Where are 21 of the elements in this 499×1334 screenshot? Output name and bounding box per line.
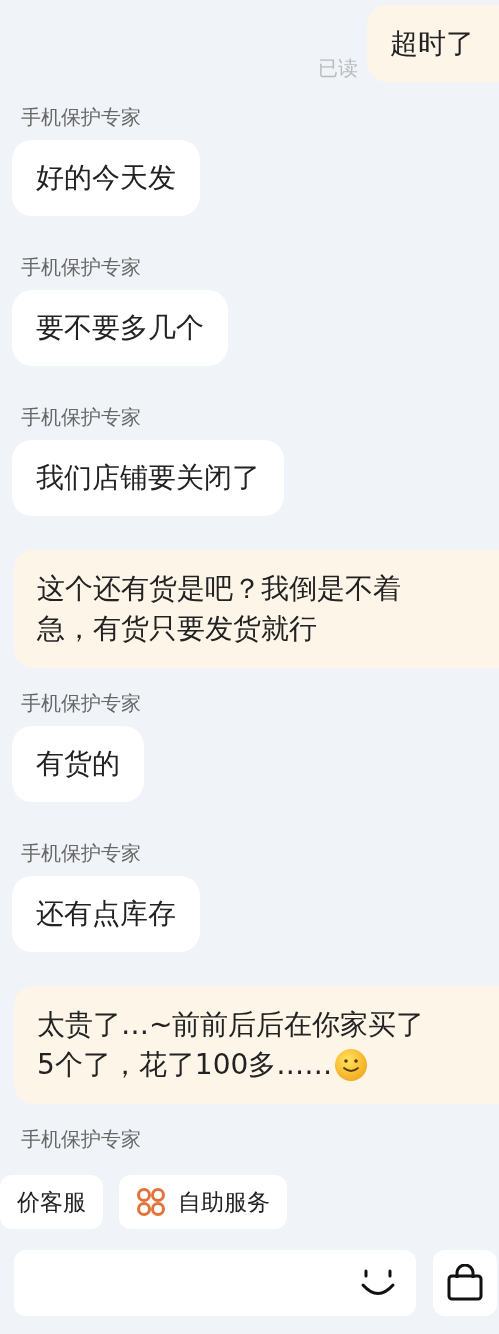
received-message-bubble: 好的今天发 [12,140,200,216]
shopping-bag-icon [446,1264,484,1302]
received-message-bubble: 我们店铺要关闭了 [12,440,284,516]
received-message-bubble: 要不要多几个 [12,290,228,366]
sender-name: 手机保护专家 [21,841,142,865]
sender-name: 手机保护专家 [21,105,142,129]
sender-name: 手机保护专家 [21,255,142,279]
shopping-bag-button[interactable] [433,1250,497,1316]
received-message-bubble: 还有点库存 [12,876,200,952]
sender-name: 手机保护专家 [21,405,142,429]
quick-action-button[interactable]: 自助服务 [119,1175,287,1229]
message-input-field[interactable] [14,1250,416,1316]
sent-message-bubble: 超时了 [367,5,499,82]
sent-message-bubble: 太贵了…~前前后后在你家买了5个了，花了100多…… [14,986,499,1104]
sent-message-bubble: 这个还有货是吧？我倒是不着急，有货只要发货就行 [14,550,499,668]
quick-action-button[interactable]: 价客服 [0,1175,103,1229]
received-message-bubble: 有货的 [12,726,144,802]
read-receipt: 已读 [318,56,358,80]
sender-name: 手机保护专家 [21,691,142,715]
emoji-icon[interactable] [360,1268,396,1298]
sender-name: 手机保护专家 [21,1127,142,1151]
